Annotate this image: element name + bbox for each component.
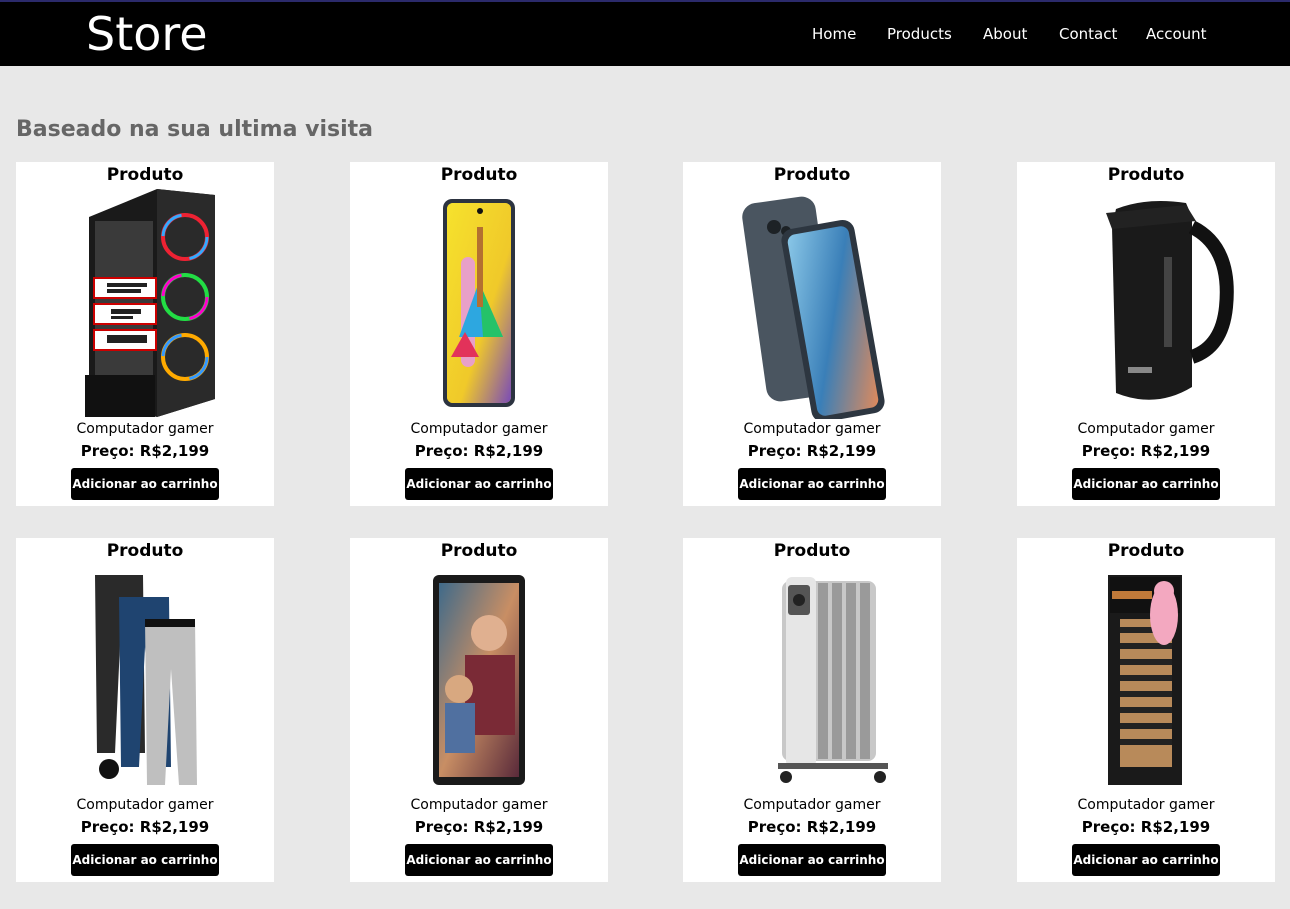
price-value: R$2,199 bbox=[139, 442, 210, 460]
section-title: Baseado na sua ultima visita bbox=[16, 117, 373, 142]
product-card: Produto Computador gamer Preço: R$2,199 … bbox=[16, 162, 274, 506]
product-card: Produto Computador gamer Preço: R$2,199 … bbox=[350, 162, 608, 506]
add-to-cart-button[interactable]: Adicionar ao carrinho bbox=[71, 468, 219, 500]
nav-about[interactable]: About bbox=[983, 24, 1027, 44]
product-title: Produto bbox=[106, 165, 184, 185]
main-nav: Home Products About Contact Account bbox=[0, 24, 1290, 46]
product-price: Preço: R$2,199 bbox=[683, 442, 941, 460]
heater-image[interactable] bbox=[712, 563, 912, 795]
product-name: Computador gamer bbox=[1077, 421, 1215, 437]
gaming-pc-image[interactable] bbox=[45, 187, 245, 419]
product-price: Preço: R$2,199 bbox=[350, 442, 608, 460]
price-value: R$2,199 bbox=[473, 442, 544, 460]
product-name: Computador gamer bbox=[76, 797, 214, 813]
nav-account[interactable]: Account bbox=[1146, 24, 1207, 44]
kettle-image[interactable] bbox=[1046, 187, 1246, 419]
price-value: R$2,199 bbox=[473, 818, 544, 836]
nav-home[interactable]: Home bbox=[812, 24, 856, 44]
price-value: R$2,199 bbox=[1140, 442, 1211, 460]
product-title: Produto bbox=[773, 541, 851, 561]
price-label: Preço: bbox=[747, 818, 802, 836]
price-label: Preço: bbox=[414, 818, 469, 836]
product-name: Computador gamer bbox=[743, 421, 881, 437]
price-label: Preço: bbox=[80, 442, 135, 460]
price-label: Preço: bbox=[414, 442, 469, 460]
nav-contact[interactable]: Contact bbox=[1059, 24, 1117, 44]
price-label: Preço: bbox=[1081, 818, 1136, 836]
product-name: Computador gamer bbox=[410, 797, 548, 813]
add-to-cart-button[interactable]: Adicionar ao carrinho bbox=[1072, 844, 1220, 876]
product-price: Preço: R$2,199 bbox=[16, 818, 274, 836]
battery-pack-image[interactable] bbox=[1046, 563, 1246, 795]
price-label: Preço: bbox=[1081, 442, 1136, 460]
price-label: Preço: bbox=[80, 818, 135, 836]
price-value: R$2,199 bbox=[806, 818, 877, 836]
add-to-cart-button[interactable]: Adicionar ao carrinho bbox=[738, 468, 886, 500]
product-card: Produto Computador gamer Preço: R$2,199 … bbox=[350, 538, 608, 882]
product-name: Computador gamer bbox=[410, 421, 548, 437]
product-title: Produto bbox=[440, 541, 518, 561]
product-title: Produto bbox=[440, 165, 518, 185]
nav-products[interactable]: Products bbox=[887, 24, 952, 44]
add-to-cart-button[interactable]: Adicionar ao carrinho bbox=[1072, 468, 1220, 500]
product-title: Produto bbox=[1107, 165, 1185, 185]
price-label: Preço: bbox=[747, 442, 802, 460]
price-value: R$2,199 bbox=[806, 442, 877, 460]
product-title: Produto bbox=[106, 541, 184, 561]
smartphone-image[interactable] bbox=[712, 187, 912, 419]
price-value: R$2,199 bbox=[1140, 818, 1211, 836]
product-card: Produto Computador gamer Preço: R$2,199 … bbox=[16, 538, 274, 882]
product-price: Preço: R$2,199 bbox=[16, 442, 274, 460]
product-price: Preço: R$2,199 bbox=[1017, 442, 1275, 460]
product-card: Produto Computador gamer Preço: R$2,199 … bbox=[683, 162, 941, 506]
product-name: Computador gamer bbox=[743, 797, 881, 813]
product-card: Produto Computador gamer Preço: R$2,199 … bbox=[683, 538, 941, 882]
product-price: Preço: R$2,199 bbox=[1017, 818, 1275, 836]
smartphone-image[interactable] bbox=[379, 187, 579, 419]
product-title: Produto bbox=[773, 165, 851, 185]
product-price: Preço: R$2,199 bbox=[683, 818, 941, 836]
product-card: Produto Computador gamer Preço: R$2,199 … bbox=[1017, 162, 1275, 506]
pants-image[interactable] bbox=[45, 563, 245, 795]
add-to-cart-button[interactable]: Adicionar ao carrinho bbox=[405, 468, 553, 500]
site-header: Store Home Products About Contact Accoun… bbox=[0, 2, 1290, 66]
add-to-cart-button[interactable]: Adicionar ao carrinho bbox=[738, 844, 886, 876]
tablet-image[interactable] bbox=[379, 563, 579, 795]
product-name: Computador gamer bbox=[76, 421, 214, 437]
product-title: Produto bbox=[1107, 541, 1185, 561]
price-value: R$2,199 bbox=[139, 818, 210, 836]
add-to-cart-button[interactable]: Adicionar ao carrinho bbox=[405, 844, 553, 876]
product-price: Preço: R$2,199 bbox=[350, 818, 608, 836]
product-card: Produto Computador gamer Preço: R$2,199 … bbox=[1017, 538, 1275, 882]
product-name: Computador gamer bbox=[1077, 797, 1215, 813]
add-to-cart-button[interactable]: Adicionar ao carrinho bbox=[71, 844, 219, 876]
